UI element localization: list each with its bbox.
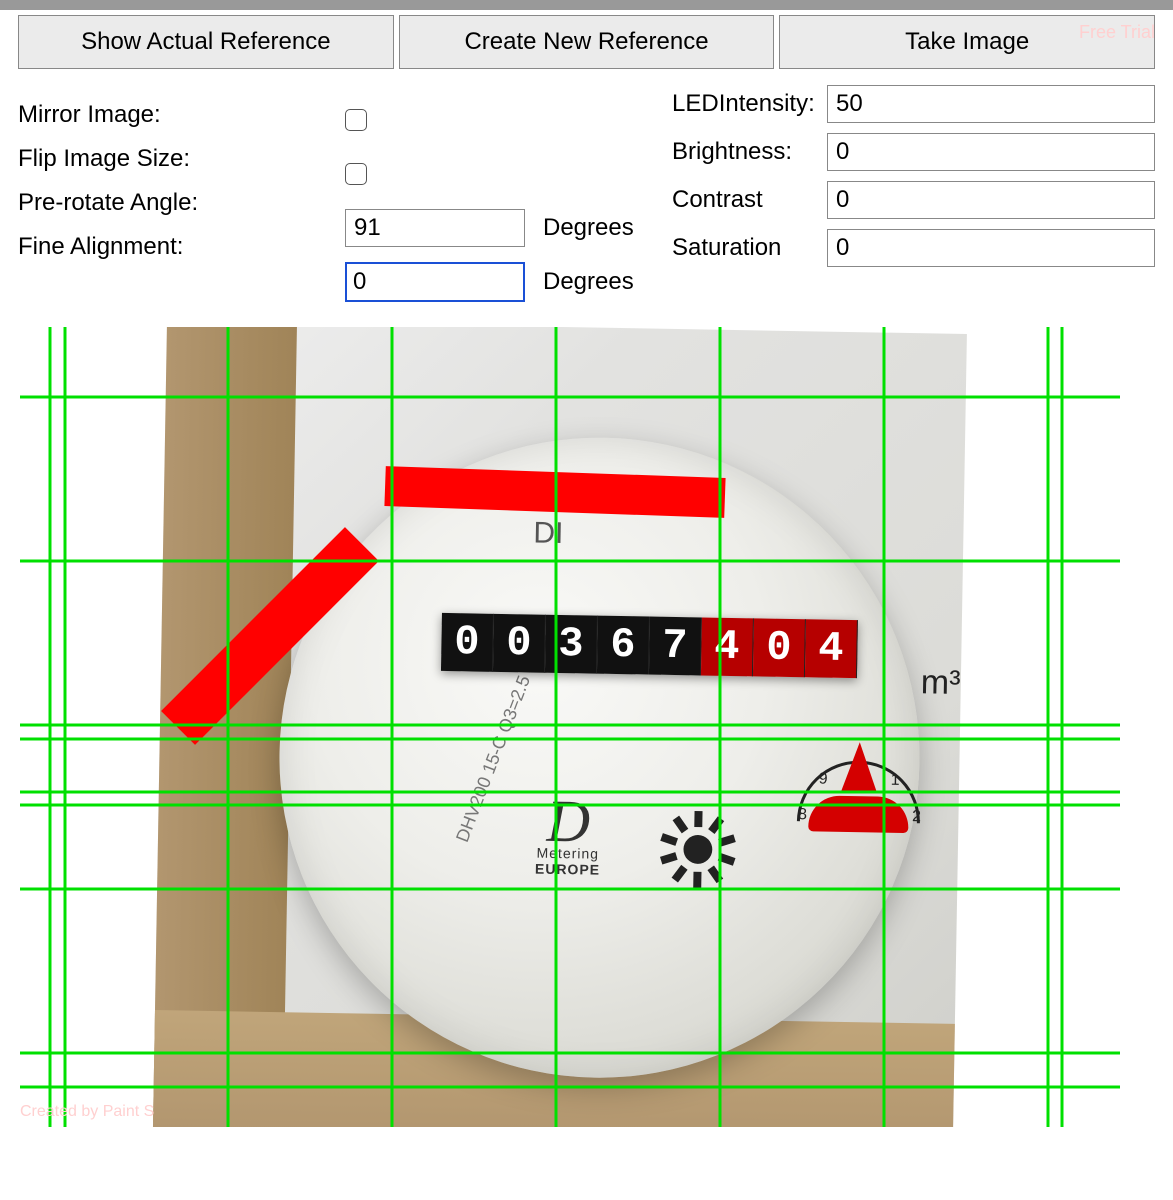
create-reference-button[interactable]: Create New Reference	[399, 15, 775, 69]
prerotate-input[interactable]	[345, 209, 525, 247]
saturation-input[interactable]	[827, 229, 1155, 267]
tick: 1	[891, 772, 900, 789]
digit: 7	[649, 617, 702, 676]
fine-alignment-label: Fine Alignment:	[18, 233, 345, 261]
led-label: LEDIntensity:	[672, 90, 827, 118]
meter-photo: DHV200 15-C Q3=2.5 R160 DI 0 0 3 6 7 4 0…	[153, 327, 967, 1127]
meter-subdial: 8 9 0 1 2	[778, 711, 941, 874]
toolbar: Show Actual Reference Create New Referen…	[0, 10, 1173, 69]
window-titlebar	[0, 0, 1173, 10]
fine-alignment-unit: Degrees	[543, 268, 634, 296]
tick: 2	[912, 808, 921, 825]
camera-preview: DHV200 15-C Q3=2.5 R160 DI 0 0 3 6 7 4 0…	[20, 327, 1120, 1127]
digit: 4	[805, 619, 858, 678]
digit: 0	[493, 614, 546, 673]
meter-unit: m³	[920, 663, 960, 703]
meter-digits: 0 0 3 6 7 4 0 4	[441, 613, 858, 678]
digit: 6	[597, 616, 650, 675]
tick: 8	[798, 806, 807, 823]
flip-checkbox[interactable]	[345, 163, 367, 185]
saturation-label: Saturation	[672, 234, 827, 262]
prerotate-label: Pre-rotate Angle:	[18, 189, 345, 217]
flip-label: Flip Image Size:	[18, 145, 345, 173]
contrast-input[interactable]	[827, 181, 1155, 219]
contrast-label: Contrast	[672, 186, 827, 214]
fine-alignment-input[interactable]	[345, 262, 525, 302]
gear-icon	[657, 809, 738, 890]
show-reference-button[interactable]: Show Actual Reference	[18, 15, 394, 69]
mirror-checkbox[interactable]	[345, 109, 367, 131]
digit: 0	[753, 618, 806, 677]
brightness-input[interactable]	[827, 133, 1155, 171]
led-input[interactable]	[827, 85, 1155, 123]
brightness-label: Brightness:	[672, 138, 827, 166]
digit: 4	[701, 617, 754, 676]
prerotate-unit: Degrees	[543, 214, 634, 242]
digit: 0	[441, 613, 494, 672]
digit: 3	[545, 615, 598, 674]
take-image-button[interactable]: Take Image	[779, 15, 1155, 69]
tick: 9	[819, 771, 828, 788]
meter-logo: D Metering EUROPE	[467, 795, 668, 878]
mirror-label: Mirror Image:	[18, 101, 345, 129]
controls-panel: Mirror Image: Flip Image Size: Pre-rotat…	[0, 69, 1173, 303]
